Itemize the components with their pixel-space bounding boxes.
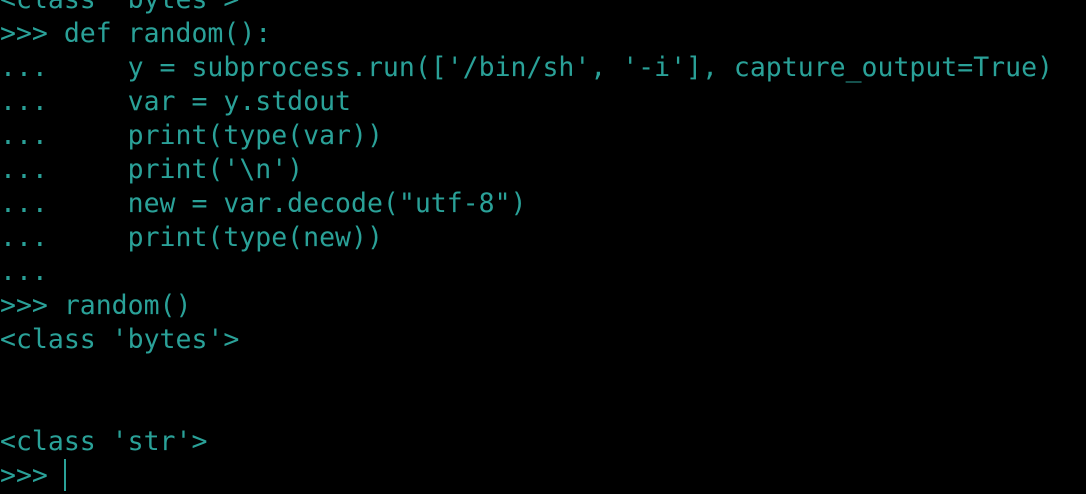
prompt-text: >>>	[0, 460, 64, 491]
terminal-prompt-line[interactable]: >>>	[0, 459, 66, 493]
terminal-line: ... print(type(var))	[0, 120, 383, 151]
terminal-line: <class 'bytes'>	[0, 0, 239, 17]
terminal-line: ...	[0, 256, 48, 287]
terminal-line: ... print('\n')	[0, 154, 304, 185]
terminal-line: ... print(type(new))	[0, 222, 383, 253]
terminal-line: >>> def random():	[0, 18, 272, 49]
terminal-line: ... y = subprocess.run(['/bin/sh', '-i']…	[0, 52, 1053, 83]
terminal-line: <class 'bytes'>	[0, 324, 240, 355]
terminal-line: >>> random()	[0, 290, 192, 321]
text-cursor	[63, 459, 66, 491]
terminal-line: ... new = var.decode("utf-8")	[0, 188, 527, 219]
terminal-window[interactable]: <class 'bytes'> >>> def random(): ... y …	[0, 0, 1086, 494]
terminal-line: ... var = y.stdout	[0, 86, 351, 117]
terminal-line: <class 'str'>	[0, 426, 208, 457]
